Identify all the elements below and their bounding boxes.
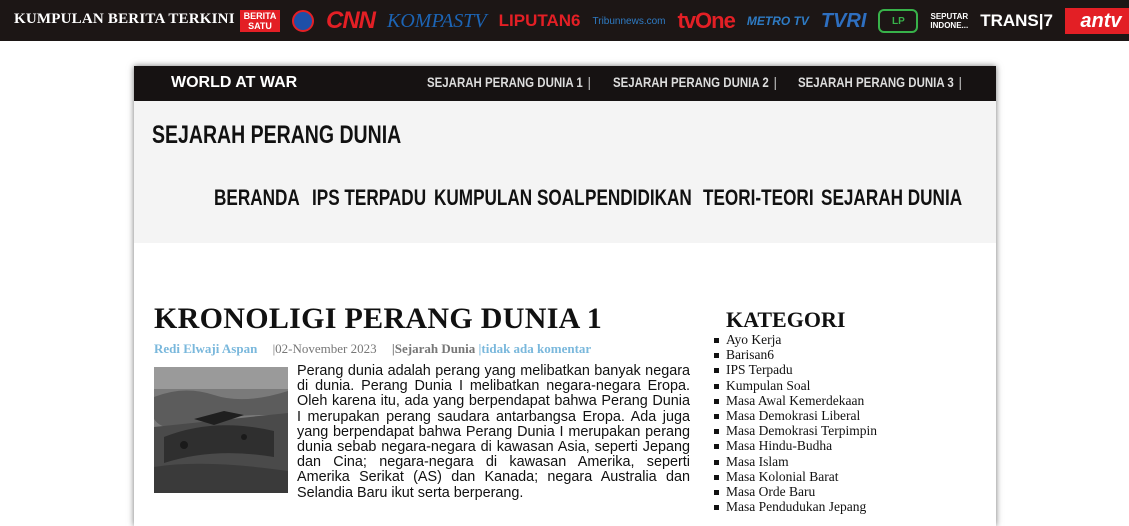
- antv-logo[interactable]: antv: [1064, 8, 1129, 34]
- top-link-ww2[interactable]: SEJARAH PERANG DUNIA 2: [613, 74, 777, 90]
- lombok-post-tv-logo[interactable]: LP: [878, 9, 919, 33]
- category-item[interactable]: Masa Kolonial Barat: [713, 469, 877, 484]
- category-item[interactable]: Masa Hindu-Budha: [713, 438, 877, 453]
- tvri-logo[interactable]: TVRI: [821, 8, 867, 34]
- category-item[interactable]: IPS Terpadu: [713, 362, 877, 377]
- article-author[interactable]: Redi Elwaji Aspan: [154, 341, 257, 356]
- site-header: SEJARAH PERANG DUNIA BERANDA IPS TERPADU…: [134, 101, 996, 243]
- category-item[interactable]: Masa Demokrasi Terpimpin: [713, 423, 877, 438]
- category-item[interactable]: Kumpulan Soal: [713, 378, 877, 393]
- nav-teori-teori[interactable]: TEORI-TEORI: [703, 185, 814, 211]
- main-nav: BERANDA IPS TERPADU KUMPULAN SOAL PENDID…: [214, 185, 962, 211]
- article-meta: Redi Elwaji Aspan |02-November 2023 |Sej…: [154, 341, 591, 357]
- category-item[interactable]: Masa Orde Baru: [713, 484, 877, 499]
- nav-beranda[interactable]: BERANDA: [214, 185, 300, 211]
- trench-photo-icon: [154, 367, 288, 493]
- beritasatu-logo[interactable]: BERITA SATU: [240, 10, 280, 32]
- world-at-war-bar: WORLD AT WAR SEJARAH PERANG DUNIA 1 SEJA…: [134, 66, 996, 101]
- category-item[interactable]: Masa Islam: [713, 454, 877, 469]
- tv-logo-strip: BERITA SATU CNN KOMPASTV LIPUTAN6 Tribun…: [240, 7, 1129, 34]
- nav-sejarah-dunia[interactable]: SEJARAH DUNIA: [821, 185, 962, 211]
- category-list: Ayo Kerja Barisan6 IPS Terpadu Kumpulan …: [713, 332, 877, 514]
- nav-pendidikan[interactable]: PENDIDIKAN: [585, 185, 692, 211]
- article-comments[interactable]: |tidak ada komentar: [479, 341, 592, 356]
- category-heading: KATEGORI: [726, 307, 846, 332]
- tribunnews-logo[interactable]: Tribunnews.com: [593, 8, 666, 34]
- category-item[interactable]: Ayo Kerja: [713, 332, 877, 347]
- tvone-logo[interactable]: tvOne: [678, 8, 736, 34]
- trans7-logo[interactable]: TRANS|7: [980, 8, 1053, 34]
- seputar-indonesia-logo[interactable]: SEPUTAR INDONE...: [930, 8, 968, 34]
- article-excerpt: Perang dunia adalah perang yang melibatk…: [297, 363, 690, 501]
- metro-tv-logo[interactable]: METRO TV: [747, 8, 809, 34]
- top-link-ww3[interactable]: SEJARAH PERANG DUNIA 3: [798, 74, 962, 90]
- world-at-war-title[interactable]: WORLD AT WAR: [171, 74, 297, 92]
- cnn-logo[interactable]: CNN: [326, 7, 376, 34]
- category-item[interactable]: Barisan6: [713, 347, 877, 362]
- nav-kumpulan-soal[interactable]: KUMPULAN SOAL: [434, 185, 585, 211]
- article-thumbnail[interactable]: [154, 367, 288, 493]
- nav-ips-terpadu[interactable]: IPS TERPADU: [312, 185, 426, 211]
- category-item[interactable]: Masa Awal Kemerdekaan: [713, 393, 877, 408]
- kompas-tv-logo[interactable]: KOMPASTV: [387, 8, 487, 34]
- page-card: WORLD AT WAR SEJARAH PERANG DUNIA 1 SEJA…: [134, 66, 996, 526]
- article-title[interactable]: KRONOLIGI PERANG DUNIA 1: [154, 302, 602, 336]
- category-item[interactable]: Masa Demokrasi Liberal: [713, 408, 877, 423]
- article-date: |02-November 2023: [272, 341, 377, 356]
- article-category[interactable]: |Sejarah Dunia: [392, 341, 475, 356]
- nusantara-tv-logo[interactable]: [292, 10, 314, 32]
- top-links: SEJARAH PERANG DUNIA 1 SEJARAH PERANG DU…: [405, 74, 962, 90]
- top-link-ww1[interactable]: SEJARAH PERANG DUNIA 1: [427, 74, 591, 90]
- liputan6-logo[interactable]: LIPUTAN6: [499, 8, 581, 34]
- site-title[interactable]: SEJARAH PERANG DUNIA: [152, 121, 401, 150]
- news-bar: KUMPULAN BERITA TERKINI BERITA SATU CNN …: [0, 0, 1129, 41]
- news-bar-title: KUMPULAN BERITA TERKINI: [14, 11, 235, 27]
